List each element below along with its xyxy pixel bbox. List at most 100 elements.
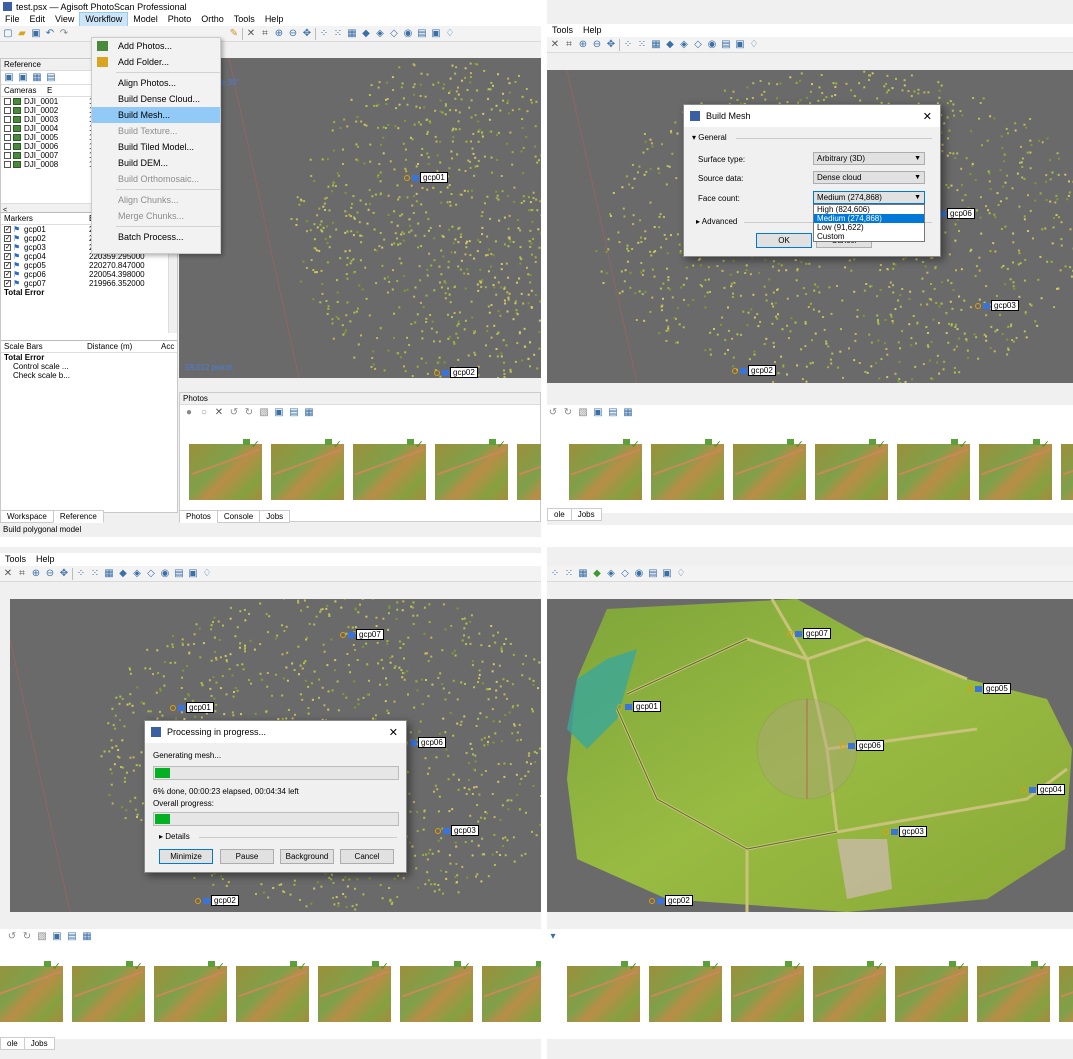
- thumbnail-size-icon[interactable]: ▦: [303, 407, 315, 419]
- rotate-left-icon[interactable]: ↺: [228, 407, 240, 419]
- checkbox[interactable]: [4, 98, 11, 105]
- zoom-out-icon[interactable]: ⊖: [44, 568, 56, 580]
- delete-icon[interactable]: ✕: [245, 28, 257, 40]
- photo-thumbnail[interactable]: ✓: [400, 961, 473, 1022]
- marker-icon[interactable]: ♢: [201, 568, 213, 580]
- photo-thumbnail[interactable]: ✓: [271, 439, 344, 500]
- camera-icon[interactable]: ▣: [430, 28, 442, 40]
- tab-jobs[interactable]: Jobs: [259, 510, 291, 523]
- marker-gcp02[interactable]: gcp02: [649, 895, 693, 906]
- marker-row[interactable]: ✓ ⚑ gcp07 219966.352000: [1, 279, 177, 288]
- control-scale-row[interactable]: Control scale ...: [1, 362, 177, 371]
- photo-thumbnail[interactable]: ✓: [517, 444, 541, 500]
- tiled-icon[interactable]: ▤: [416, 28, 428, 40]
- model-viewport[interactable]: ve 30° 59,012 points gcp01 gcp02: [179, 58, 541, 378]
- menu-item-add-photos[interactable]: Add Photos...: [92, 38, 220, 54]
- checkbox-checked[interactable]: ✓: [4, 244, 11, 251]
- disable-icon[interactable]: ○: [198, 407, 210, 419]
- photo-thumbnail[interactable]: ✓: [649, 961, 722, 1022]
- menu-workflow[interactable]: Workflow: [79, 12, 129, 27]
- zoom-in-icon[interactable]: ⊕: [30, 568, 42, 580]
- photo-thumbnail[interactable]: ✓: [977, 961, 1050, 1022]
- menu-item-align-photos[interactable]: Align Photos...: [92, 75, 220, 91]
- photo-thumbnail[interactable]: ✓: [731, 961, 804, 1022]
- face-count-select[interactable]: Medium (274,868) ▼: [813, 191, 925, 204]
- points-icon[interactable]: ⁘: [549, 568, 561, 580]
- checkbox[interactable]: [4, 152, 11, 159]
- save-icon[interactable]: ▣: [30, 28, 42, 40]
- menu-photo[interactable]: Photo: [163, 13, 197, 26]
- photo-thumbnail[interactable]: ✓: [72, 961, 145, 1022]
- advanced-section[interactable]: ▸ Advanced: [696, 217, 737, 226]
- points-icon[interactable]: ⁘: [75, 568, 87, 580]
- menu-view[interactable]: View: [50, 13, 79, 26]
- general-section[interactable]: ▾ General: [692, 133, 727, 142]
- close-icon[interactable]: ✕: [389, 726, 398, 739]
- model-viewport[interactable]: gcp07 gcp01 gcp05 gcp06 gcp04 gcp03 gcp0…: [547, 599, 1073, 912]
- photo-thumbnail[interactable]: ✓: [318, 961, 391, 1022]
- filter-icon[interactable]: ▧: [258, 407, 270, 419]
- marker-icon[interactable]: ♢: [444, 28, 456, 40]
- camera-icon[interactable]: ▣: [187, 568, 199, 580]
- marker-gcp03[interactable]: gcp03: [883, 826, 927, 837]
- textured-icon[interactable]: ◉: [706, 39, 718, 51]
- marker-gcp01[interactable]: gcp01: [170, 702, 214, 713]
- photos-view-icon[interactable]: ▤: [607, 407, 619, 419]
- crop-icon[interactable]: ⌗: [259, 28, 271, 40]
- shaded-icon[interactable]: ◆: [591, 568, 603, 580]
- tab-jobs[interactable]: Jobs: [570, 508, 602, 521]
- marker-gcp03[interactable]: gcp03: [435, 825, 479, 836]
- zoom-in-icon[interactable]: ⊕: [273, 28, 285, 40]
- checkbox[interactable]: [4, 116, 11, 123]
- option-medium[interactable]: Medium (274,868): [814, 214, 924, 223]
- menu-item-build-mesh[interactable]: Build Mesh...: [92, 107, 220, 123]
- rotate-right-icon[interactable]: ↻: [243, 407, 255, 419]
- option-custom[interactable]: Custom: [814, 232, 924, 241]
- checkbox-checked[interactable]: ✓: [4, 262, 11, 269]
- photo-thumbnail[interactable]: ✓: [189, 439, 262, 500]
- thumbnail-size-icon[interactable]: ▦: [622, 407, 634, 419]
- shaded-icon[interactable]: ◆: [664, 39, 676, 51]
- details-toggle[interactable]: ▸ Details: [159, 832, 190, 841]
- move-icon[interactable]: ✥: [58, 568, 70, 580]
- marker-gcp01[interactable]: gcp01: [404, 172, 448, 183]
- mesh-icon[interactable]: ▦: [577, 568, 589, 580]
- marker-gcp07[interactable]: gcp07: [340, 629, 384, 640]
- photo-thumbnail[interactable]: ✓: [0, 961, 63, 1022]
- pause-button[interactable]: Pause: [220, 849, 274, 864]
- wireframe-icon[interactable]: ◇: [619, 568, 631, 580]
- rotate-left-icon[interactable]: ↺: [6, 931, 18, 943]
- menu-item-build-dense-cloud[interactable]: Build Dense Cloud...: [92, 91, 220, 107]
- marker-gcp06[interactable]: gcp06: [840, 740, 884, 751]
- photos-view-icon[interactable]: ▤: [288, 407, 300, 419]
- rotate-right-icon[interactable]: ↻: [21, 931, 33, 943]
- photo-thumbnail[interactable]: ✓: [651, 439, 724, 500]
- filter-icon[interactable]: ▧: [577, 407, 589, 419]
- camera-icon[interactable]: ▣: [734, 39, 746, 51]
- menu-help[interactable]: Help: [31, 553, 60, 566]
- ok-button[interactable]: OK: [756, 233, 812, 248]
- dense-cloud-icon[interactable]: ⁙: [89, 568, 101, 580]
- menu-item-build-tiled-model[interactable]: Build Tiled Model...: [92, 139, 220, 155]
- rotate-right-icon[interactable]: ↻: [562, 407, 574, 419]
- photo-thumbnail[interactable]: ✓: [1059, 966, 1073, 1022]
- tiled-icon[interactable]: ▤: [173, 568, 185, 580]
- checkbox[interactable]: [4, 134, 11, 141]
- mesh-icon[interactable]: ▦: [650, 39, 662, 51]
- rotate-left-icon[interactable]: ↺: [547, 407, 559, 419]
- menu-item-batch-process[interactable]: Batch Process...: [92, 229, 220, 245]
- filter-point-icon[interactable]: ▣: [51, 931, 63, 943]
- new-icon[interactable]: ▢: [2, 28, 14, 40]
- menu-tools[interactable]: Tools: [0, 553, 31, 566]
- solid-icon[interactable]: ◈: [605, 568, 617, 580]
- import-icon[interactable]: ▣: [3, 72, 15, 84]
- menu-model[interactable]: Model: [128, 13, 163, 26]
- points-icon[interactable]: ⁘: [622, 39, 634, 51]
- wireframe-icon[interactable]: ◇: [145, 568, 157, 580]
- export-icon[interactable]: ▣: [17, 72, 29, 84]
- camera-icon[interactable]: ▣: [661, 568, 673, 580]
- remove-icon[interactable]: ✕: [213, 407, 225, 419]
- menu-edit[interactable]: Edit: [25, 13, 51, 26]
- thumbnail-size-icon[interactable]: ▦: [81, 931, 93, 943]
- photo-thumbnail[interactable]: ✓: [895, 961, 968, 1022]
